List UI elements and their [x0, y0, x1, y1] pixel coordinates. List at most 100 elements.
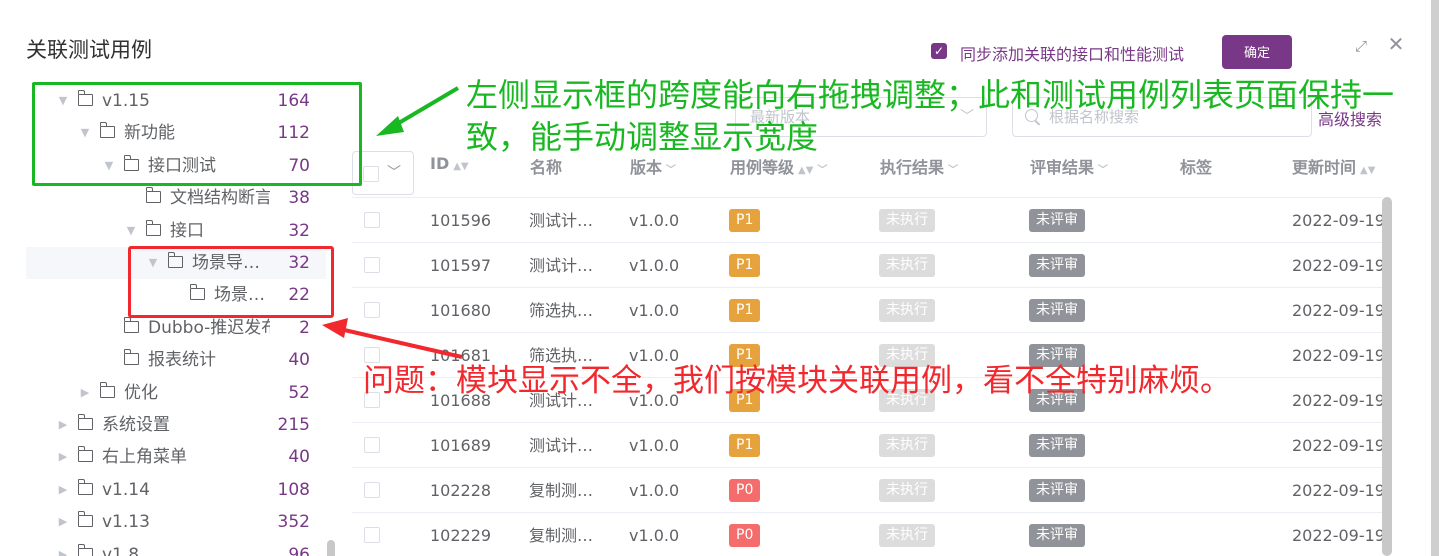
row-checkbox[interactable]: [364, 437, 380, 453]
annotation-red-box: [128, 246, 334, 318]
cell-name: 测试计…: [529, 436, 594, 455]
level-badge: P1: [729, 434, 761, 457]
filter-icon[interactable]: ﹀: [666, 165, 676, 176]
table-row[interactable]: 101689 测试计… v1.0.0 P1 未执行 未评审 2022-09-19: [352, 422, 1385, 468]
folder-icon: [99, 381, 115, 398]
tree-node-count: 40: [288, 447, 310, 468]
cell-name: 复制测…: [529, 481, 594, 500]
caret-right-icon[interactable]: ▶: [78, 377, 92, 409]
tree-node[interactable]: ▼ 接口 32: [26, 215, 326, 247]
folder-icon: [77, 478, 93, 495]
caret-right-icon[interactable]: ▶: [56, 474, 70, 506]
cell-version: v1.0.0: [629, 436, 680, 455]
filter-icon[interactable]: ﹀: [817, 165, 827, 176]
cell-updated-time: 2022-09-19: [1292, 301, 1385, 320]
table-row[interactable]: 101680 筛选执… v1.0.0 P1 未执行 未评审 2022-09-19: [352, 287, 1385, 333]
sync-checkbox[interactable]: ✓: [931, 43, 947, 59]
tree-node-label: 文档结构断言: [170, 188, 270, 209]
associate-testcase-dialog: 关联测试用例 ✓ 同步添加关联的接口和性能测试 确定 ⤢ ✕ ▼ v1.15 164…: [0, 0, 1431, 556]
row-checkbox[interactable]: [364, 257, 380, 273]
sync-checkbox-label[interactable]: 同步添加关联的接口和性能测试: [960, 41, 1184, 65]
sort-icon[interactable]: ▲▼: [798, 165, 813, 176]
tree-node[interactable]: ▶ 优化 52: [26, 377, 326, 409]
table-row[interactable]: 101597 测试计… v1.0.0 P1 未执行 未评审 2022-09-19: [352, 242, 1385, 288]
tree-scrollbar[interactable]: [327, 540, 335, 556]
folder-icon: [145, 187, 161, 204]
cell-updated-time: 2022-09-19: [1292, 211, 1385, 230]
confirm-button[interactable]: 确定: [1222, 35, 1292, 69]
cell-version: v1.0.0: [629, 481, 680, 500]
cell-version: v1.0.0: [629, 301, 680, 320]
tree-node[interactable]: ▶ 系统设置 215: [26, 409, 326, 441]
filter-icon[interactable]: ﹀: [948, 165, 958, 176]
row-checkbox[interactable]: [364, 482, 380, 498]
tree-node-label: 系统设置: [102, 415, 170, 435]
header-id[interactable]: ID ▲▼: [430, 154, 469, 173]
tree-node-label: v1.8: [102, 544, 140, 556]
folder-icon: [77, 414, 93, 430]
annotation-green-box: [32, 82, 362, 186]
tree-node[interactable]: ▶ v1.13 352: [26, 506, 326, 538]
cell-updated-time: 2022-09-19: [1292, 526, 1385, 545]
cell-updated-time: 2022-09-19: [1292, 391, 1385, 410]
caret-right-icon[interactable]: ▶: [56, 539, 70, 556]
row-checkbox[interactable]: [364, 212, 380, 228]
tree-node[interactable]: ▶ 右上角菜单 40: [26, 441, 326, 473]
table-row[interactable]: 101596 测试计… v1.0.0 P1 未执行 未评审 2022-09-19: [352, 197, 1385, 243]
tree-node[interactable]: 报表统计 40: [26, 344, 326, 376]
tree-node-count: 96: [288, 544, 310, 556]
caret-down-icon[interactable]: ▼: [124, 215, 138, 247]
sort-icon[interactable]: ▲▼: [1360, 165, 1375, 176]
cell-name: 测试计…: [529, 256, 594, 275]
table-row[interactable]: 102229 复制测… v1.0.0 P0 未执行 未评审 2022-09-19: [352, 512, 1385, 556]
page-backdrop: [1431, 0, 1439, 556]
folder-icon: [77, 511, 93, 528]
cell-id: 101596: [430, 211, 492, 230]
filter-icon[interactable]: ﹀: [1098, 165, 1108, 176]
caret-right-icon[interactable]: ▶: [56, 409, 70, 441]
level-badge: P1: [729, 299, 761, 322]
select-all-checkbox[interactable]: [363, 166, 379, 182]
tree-node-label: 右上角菜单: [102, 447, 187, 468]
folder-icon: [77, 543, 93, 556]
review-status-badge: 未评审: [1029, 479, 1085, 502]
testcase-table: ﹀ ID ▲▼ 名称 版本 ﹀ 用例等级 ▲▼ ﹀ 执行结果 ﹀ 评审结果 ﹀ 标签 更新时…: [352, 140, 1392, 556]
row-checkbox[interactable]: [364, 302, 380, 318]
cell-name: 测试计…: [529, 211, 594, 230]
tree-node-label: v1.14: [102, 479, 150, 500]
exec-status-badge: 未执行: [879, 209, 935, 232]
cell-version: v1.0.0: [629, 256, 680, 275]
table-row[interactable]: 102228 复制测… v1.0.0 P0 未执行 未评审 2022-09-19: [352, 467, 1385, 513]
cell-version: v1.0.0: [629, 211, 680, 230]
tree-node-count: 108: [277, 479, 310, 500]
chevron-down-icon: ﹀: [387, 165, 401, 181]
tree-node-count: 352: [277, 512, 310, 533]
caret-right-icon[interactable]: ▶: [56, 441, 70, 473]
tree-node-label: v1.13: [102, 512, 150, 533]
caret-right-icon[interactable]: ▶: [56, 506, 70, 538]
tree-node[interactable]: ▶ v1.8 96: [26, 539, 326, 556]
green-arrow: [376, 86, 460, 136]
cell-updated-time: 2022-09-19: [1292, 346, 1385, 365]
tree-node-count: 38: [288, 188, 310, 209]
cell-updated-time: 2022-09-19: [1292, 481, 1385, 500]
folder-icon: [145, 219, 161, 236]
close-icon[interactable]: ✕: [1386, 33, 1406, 55]
cell-id: 102228: [430, 481, 492, 500]
level-badge: P1: [729, 209, 761, 232]
level-badge: P1: [729, 254, 761, 277]
cell-id: 101680: [430, 301, 492, 320]
cell-updated-time: 2022-09-19: [1292, 436, 1385, 455]
review-status-badge: 未评审: [1029, 299, 1085, 322]
fullscreen-icon[interactable]: ⤢: [1352, 37, 1370, 55]
exec-status-badge: 未执行: [879, 524, 935, 547]
cell-version: v1.0.0: [629, 526, 680, 545]
annotation-green-note: 左侧显示框的跨度能向右拖拽调整；此和测试用例列表页面保持一致，能手动调整显示宽度: [466, 76, 1395, 156]
level-badge: P0: [729, 524, 761, 547]
tree-node[interactable]: ▶ v1.14 108: [26, 474, 326, 506]
row-checkbox[interactable]: [364, 527, 380, 543]
level-badge: P0: [729, 479, 761, 502]
table-scrollbar[interactable]: [1382, 197, 1392, 556]
tree-node[interactable]: 文档结构断言 38: [26, 182, 326, 214]
sort-icon[interactable]: ▲▼: [453, 161, 468, 172]
